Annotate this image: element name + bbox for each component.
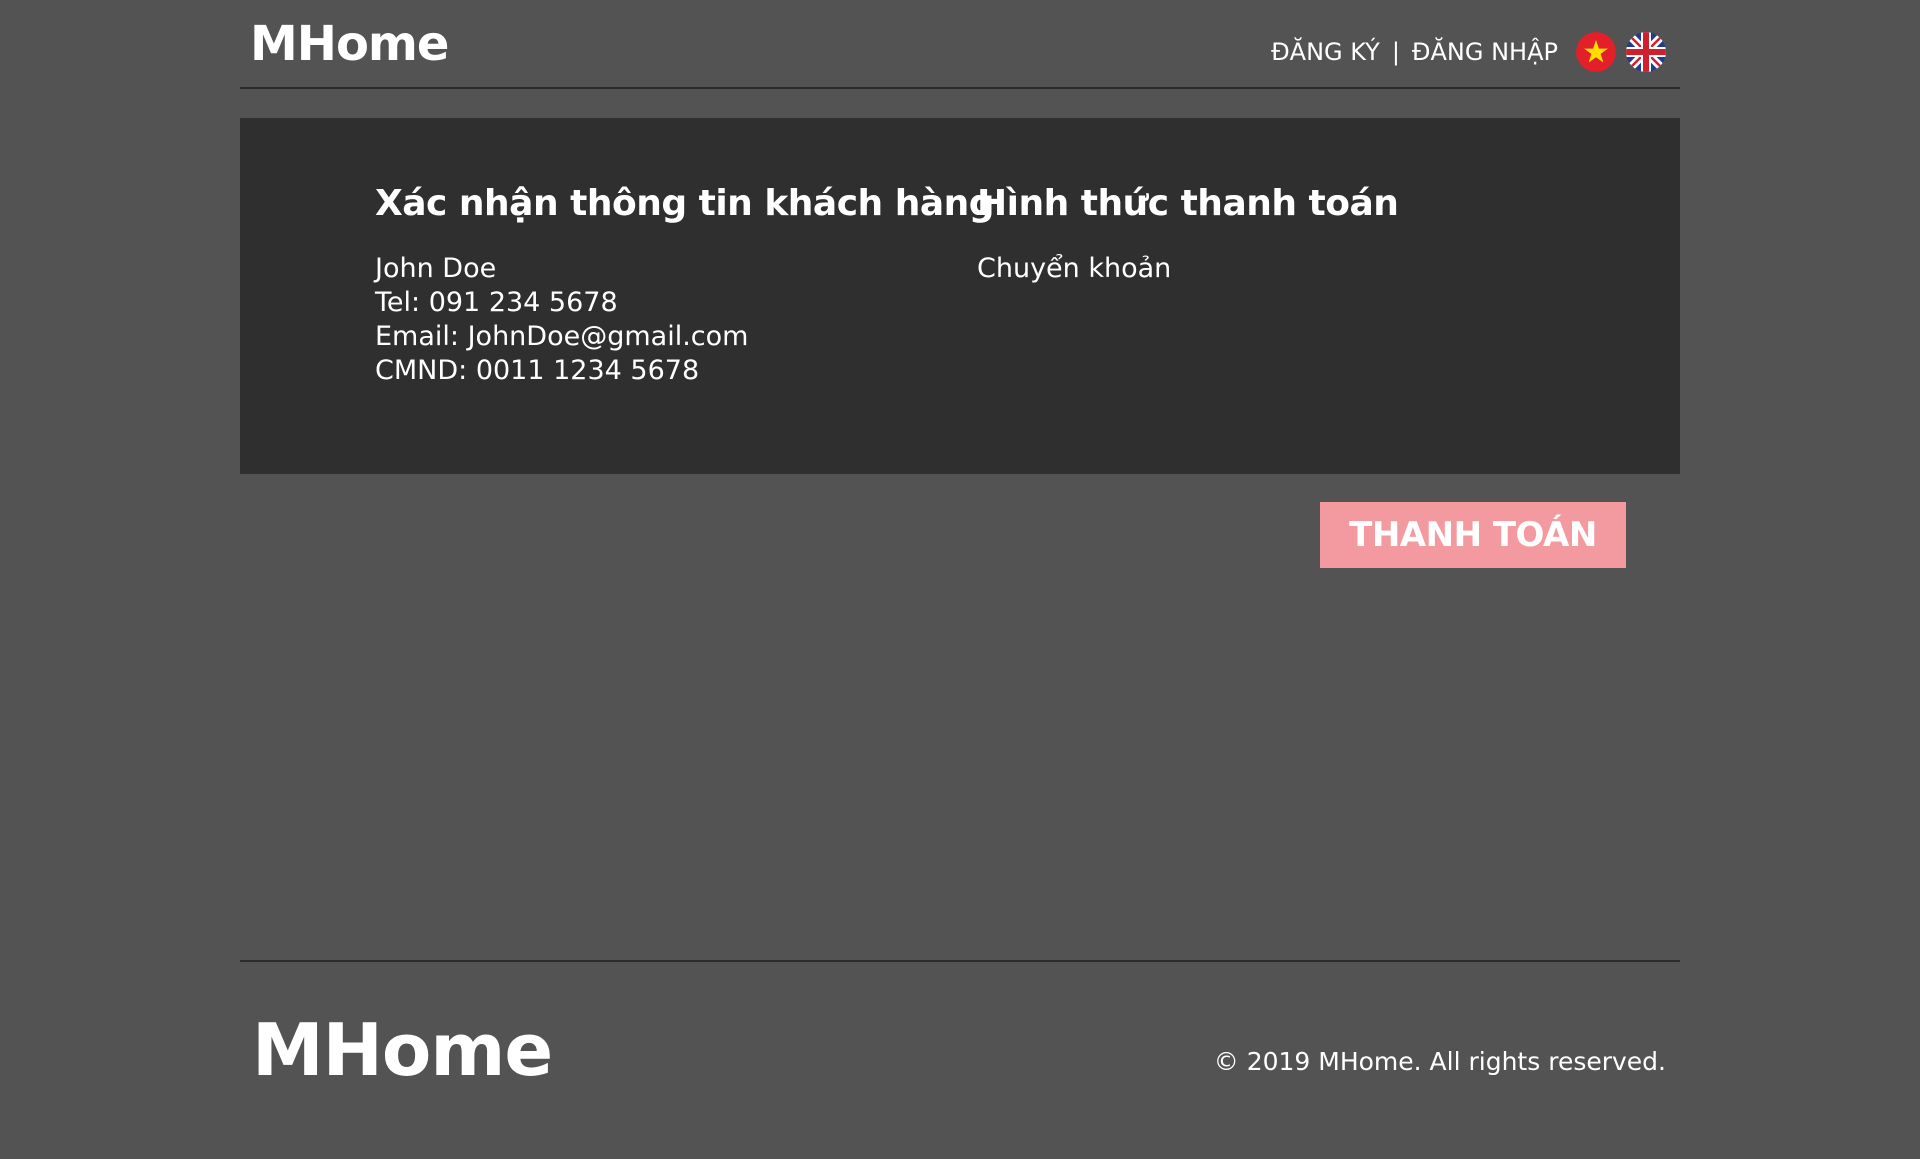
- pay-button[interactable]: THANH TOÁN: [1320, 502, 1626, 568]
- site-logo[interactable]: MHome: [250, 14, 449, 74]
- site-footer: MHome © 2019 MHome. All rights reserved.: [240, 960, 1680, 1159]
- nav-separator: |: [1391, 38, 1400, 66]
- customer-id-card: CMND: 0011 1234 5678: [375, 355, 700, 386]
- customer-tel: Tel: 091 234 5678: [375, 287, 618, 318]
- payment-method-section: Hình thức thanh toán Chuyển khoản: [977, 182, 1399, 286]
- vietnam-flag-icon[interactable]: [1576, 32, 1616, 72]
- site-header: MHome ĐĂNG KÝ | ĐĂNG NHẬP: [240, 0, 1680, 89]
- uk-flag-icon[interactable]: [1626, 32, 1666, 72]
- payment-method-value: Chuyển khoản: [977, 253, 1172, 284]
- footer-logo[interactable]: MHome: [252, 1006, 553, 1094]
- header-nav: ĐĂNG KÝ | ĐĂNG NHẬP: [1271, 32, 1666, 72]
- confirmation-panel: Xác nhận thông tin khách hàng John Doe T…: [240, 118, 1680, 474]
- payment-method-title: Hình thức thanh toán: [977, 183, 1399, 224]
- customer-email: Email: JohnDoe@gmail.com: [375, 321, 749, 352]
- customer-info-title: Xác nhận thông tin khách hàng: [375, 183, 995, 224]
- customer-name: John Doe: [375, 253, 497, 284]
- register-link[interactable]: ĐĂNG KÝ: [1271, 32, 1380, 72]
- customer-info-section: Xác nhận thông tin khách hàng John Doe T…: [375, 182, 995, 388]
- copyright-text: © 2019 MHome. All rights reserved.: [1213, 1047, 1666, 1076]
- login-link[interactable]: ĐĂNG NHẬP: [1412, 32, 1558, 72]
